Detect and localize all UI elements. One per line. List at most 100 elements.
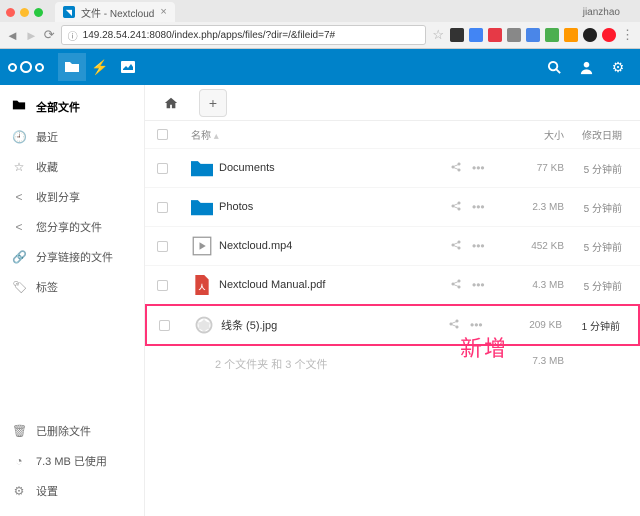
ext-icon[interactable] — [564, 28, 578, 42]
file-size: 452 KB — [520, 241, 574, 252]
share-icon[interactable] — [450, 200, 462, 215]
file-row[interactable]: 线条 (5).jpg ••• 209 KB 1 分钟前 — [145, 304, 640, 346]
row-checkbox[interactable] — [157, 280, 168, 291]
file-name[interactable]: Documents — [219, 162, 450, 174]
share-icon[interactable] — [450, 239, 462, 254]
svg-text:人: 人 — [199, 282, 206, 291]
star-icon: ☆ — [12, 160, 26, 174]
files-app-icon[interactable] — [58, 53, 86, 81]
window-controls[interactable] — [6, 8, 43, 17]
settings-label: 设置 — [36, 483, 58, 499]
image-icon — [191, 313, 217, 337]
share-icon: < — [12, 190, 26, 204]
sidebar-item[interactable]: ☆ 收藏 — [0, 152, 144, 182]
add-new-button[interactable]: + — [199, 89, 227, 117]
link-icon: 🔗 — [12, 250, 26, 264]
browser-chrome: ◥ 文件 - Nextcloud × jianzhao ◄ ► ⟳ ⓘ 149.… — [0, 0, 640, 49]
ext-icon[interactable] — [545, 28, 559, 42]
ext-icon[interactable] — [526, 28, 540, 42]
share-icon[interactable] — [448, 318, 460, 333]
file-row[interactable]: Nextcloud.mp4 ••• 452 KB 5 分钟前 — [145, 226, 640, 265]
ext-icon[interactable] — [450, 28, 464, 42]
quota-item: ◔ 7.3 MB 已使用 — [0, 446, 144, 476]
file-name[interactable]: Nextcloud.mp4 — [219, 240, 450, 252]
tab-close-icon[interactable]: × — [160, 6, 166, 18]
file-size: 77 KB — [520, 163, 574, 174]
sidebar-item[interactable]: 🕘最近 — [0, 122, 144, 152]
sidebar-item[interactable]: 全部文件 — [0, 91, 144, 122]
forward-button: ► — [25, 28, 38, 43]
header-date[interactable]: 修改日期 — [574, 127, 628, 142]
url-text: 149.28.54.241:8080/index.php/apps/files/… — [83, 30, 335, 41]
row-checkbox[interactable] — [159, 320, 170, 331]
reload-button[interactable]: ⟳ — [44, 27, 55, 43]
back-button[interactable]: ◄ — [6, 28, 19, 43]
file-size: 2.3 MB — [520, 202, 574, 213]
sidebar-item[interactable]: 🔗分享链接的文件 — [0, 242, 144, 272]
close-window-icon[interactable] — [6, 8, 15, 17]
file-row[interactable]: Documents ••• 77 KB 5 分钟前 — [145, 148, 640, 187]
row-checkbox[interactable] — [157, 163, 168, 174]
settings-item[interactable]: ⚙ 设置 — [0, 476, 144, 506]
main-content: + 名称 ▴ 大小 修改日期 Documents ••• 77 KB 5 分钟前… — [145, 85, 640, 516]
summary-row: 2 个文件夹 和 3 个文件 7.3 MB — [145, 346, 640, 382]
ext-icon[interactable] — [583, 28, 597, 42]
select-all-checkbox[interactable] — [157, 129, 168, 140]
info-icon[interactable]: ⓘ — [68, 28, 78, 43]
gallery-app-icon[interactable] — [114, 53, 142, 81]
browser-tab[interactable]: ◥ 文件 - Nextcloud × — [55, 2, 175, 22]
breadcrumb-row: + — [145, 85, 640, 121]
sidebar-item-label: 收到分享 — [36, 189, 80, 205]
file-date: 5 分钟前 — [574, 278, 628, 293]
folder-icon — [189, 156, 215, 180]
sidebar-item-label: 最近 — [36, 129, 58, 145]
opera-icon[interactable] — [602, 28, 616, 42]
row-checkbox[interactable] — [157, 202, 168, 213]
more-icon[interactable]: ••• — [472, 278, 485, 293]
contacts-icon[interactable] — [572, 53, 600, 81]
header-size[interactable]: 大小 — [520, 127, 574, 142]
more-icon[interactable]: ••• — [472, 239, 485, 254]
folder-icon — [189, 195, 215, 219]
share-icon[interactable] — [450, 161, 462, 176]
trash-item[interactable]: 🗑 已删除文件 — [0, 416, 144, 446]
maximize-window-icon[interactable] — [34, 8, 43, 17]
share-icon[interactable] — [450, 278, 462, 293]
activity-app-icon[interactable]: ⚡ — [86, 53, 114, 81]
ext-icon[interactable] — [488, 28, 502, 42]
file-row[interactable]: 人 Nextcloud Manual.pdf ••• 4.3 MB 5 分钟前 — [145, 265, 640, 304]
sidebar-item[interactable]: < 收到分享 — [0, 182, 144, 212]
sidebar-item[interactable]: 🏷标签 — [0, 272, 144, 302]
trash-icon: 🗑 — [12, 424, 26, 438]
pdf-icon: 人 — [189, 273, 215, 297]
extension-icons: ⋮ — [450, 27, 634, 43]
app-body: 全部文件 🕘最近 ☆ 收藏 < 收到分享 <您分享的文件🔗分享链接的文件🏷标签 🗑 已删除文… — [0, 85, 640, 516]
app-header: ⚡ ⚙ — [0, 49, 640, 85]
file-row[interactable]: Photos ••• 2.3 MB 5 分钟前 — [145, 187, 640, 226]
pie-icon: ◔ — [12, 454, 26, 468]
file-name[interactable]: 线条 (5).jpg — [221, 317, 448, 333]
nextcloud-logo-icon[interactable] — [8, 61, 44, 73]
minimize-window-icon[interactable] — [20, 8, 29, 17]
header-name[interactable]: 名称 ▴ — [185, 127, 450, 142]
sidebar-item-label: 全部文件 — [36, 99, 80, 115]
address-bar[interactable]: ⓘ 149.28.54.241:8080/index.php/apps/file… — [61, 25, 427, 45]
file-date: 5 分钟前 — [574, 161, 628, 176]
row-checkbox[interactable] — [157, 241, 168, 252]
ext-icon[interactable] — [507, 28, 521, 42]
settings-gear-icon[interactable]: ⚙ — [604, 53, 632, 81]
nextcloud-favicon-icon: ◥ — [63, 6, 75, 18]
sidebar-item-label: 收藏 — [36, 159, 58, 175]
sidebar-item[interactable]: <您分享的文件 — [0, 212, 144, 242]
bookmark-star-icon[interactable]: ☆ — [432, 27, 444, 43]
home-breadcrumb[interactable] — [157, 89, 185, 117]
annotation-new: 新增 — [460, 331, 508, 363]
file-name[interactable]: Nextcloud Manual.pdf — [219, 279, 450, 291]
more-icon[interactable]: ••• — [472, 200, 485, 215]
file-date: 5 分钟前 — [574, 239, 628, 254]
more-icon[interactable]: ••• — [472, 161, 485, 176]
file-name[interactable]: Photos — [219, 201, 450, 213]
menu-icon[interactable]: ⋮ — [621, 27, 634, 43]
search-icon[interactable] — [540, 53, 568, 81]
ext-icon[interactable] — [469, 28, 483, 42]
